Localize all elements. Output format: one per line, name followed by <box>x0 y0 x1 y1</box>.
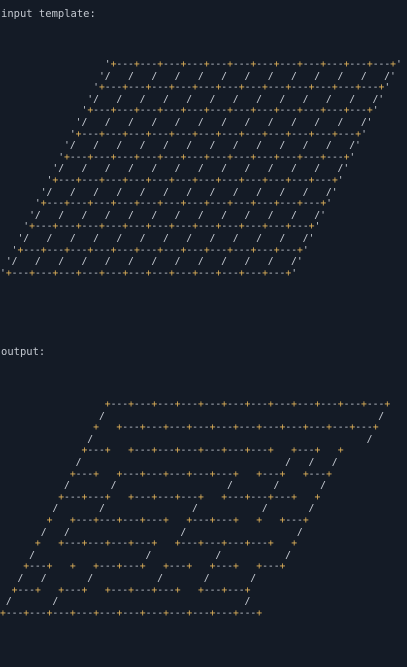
output-label: output: <box>1 346 46 358</box>
input-template-ascii-grid: '+---+---+---+---+---+---+---+---+---+--… <box>0 59 402 279</box>
input-template-label: input template: <box>1 8 96 20</box>
output-ascii-maze: +---+---+---+---+---+---+---+---+---+---… <box>0 399 391 619</box>
